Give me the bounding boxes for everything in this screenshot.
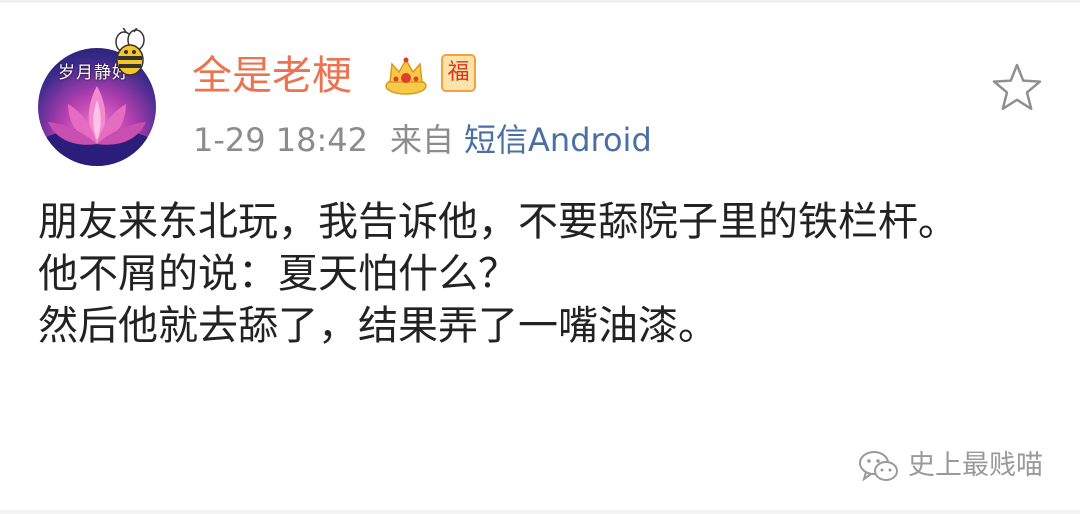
star-icon[interactable] bbox=[989, 60, 1045, 116]
wechat-icon bbox=[859, 450, 898, 481]
bee-icon bbox=[115, 28, 145, 76]
fu-badge[interactable]: 福 bbox=[441, 54, 476, 92]
top-divider bbox=[0, 0, 1080, 3]
crown-icon[interactable] bbox=[384, 52, 428, 96]
watermark: 史上最贱喵 bbox=[858, 446, 1043, 486]
post-meta: 1-29 18:42 来自 短信Android bbox=[193, 118, 652, 162]
watermark-text: 史上最贱喵 bbox=[908, 450, 1043, 481]
source-link[interactable]: 短信Android bbox=[464, 121, 652, 159]
username-link[interactable]: 全是老梗 bbox=[192, 48, 352, 104]
bottom-divider bbox=[0, 510, 1080, 514]
post-content: 朋友来东北玩，我告诉他，不要舔院子里的铁栏杆。 他不屑的说：夏天怕什么？ 然后他… bbox=[38, 196, 1038, 352]
source-prefix: 来自 bbox=[390, 121, 455, 159]
post-time: 1-29 18:42 bbox=[193, 121, 369, 159]
content-line: 朋友来东北玩，我告诉他，不要舔院子里的铁栏杆。 bbox=[38, 199, 958, 245]
content-line: 然后他就去舔了，结果弄了一嘴油漆。 bbox=[38, 303, 718, 349]
content-line: 他不屑的说：夏天怕什么？ bbox=[38, 251, 518, 297]
